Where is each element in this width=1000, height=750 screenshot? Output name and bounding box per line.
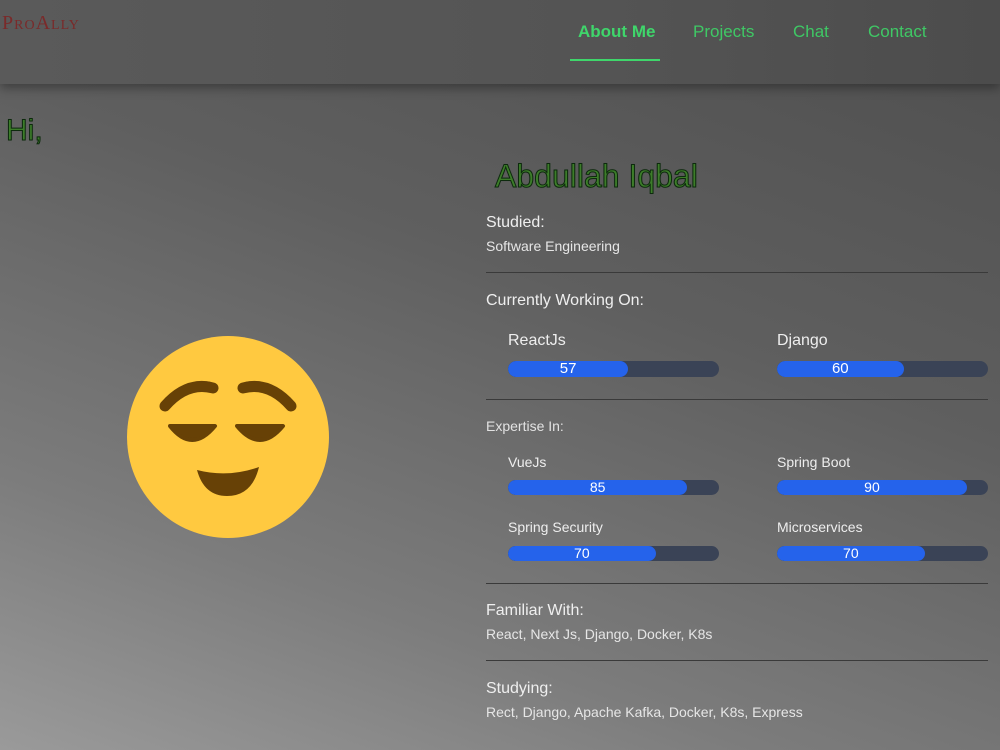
divider [486, 272, 988, 273]
divider [486, 399, 988, 400]
working-on-label: Currently Working On: [486, 292, 644, 309]
skill-progress-bar: 60 [777, 361, 988, 377]
navbar: ProAlly About Me Projects Chat Contact [0, 0, 1000, 84]
studying-label: Studying: [486, 680, 553, 697]
greeting: Hi, [6, 114, 44, 148]
skill-progress-bar: 85 [508, 480, 719, 495]
skill-name: ReactJs [508, 332, 566, 349]
skill-progress-bar: 70 [777, 546, 988, 561]
skill-progress-value: 70 [574, 546, 590, 561]
skill-name: Django [777, 332, 828, 349]
skill-name: Spring Boot [777, 454, 851, 470]
studied-value: Software Engineering [486, 238, 620, 254]
active-nav-indicator [570, 59, 660, 61]
skill-progress-bar: 90 [777, 480, 988, 495]
familiar-label: Familiar With: [486, 602, 584, 619]
nav-projects[interactable]: Projects [693, 22, 754, 42]
nav-contact[interactable]: Contact [868, 22, 927, 42]
profile-name: Abdullah Iqbal [495, 158, 699, 195]
skill-name: Microservices [777, 519, 863, 535]
studied-label: Studied: [486, 214, 545, 231]
skill-progress-bar: 70 [508, 546, 719, 561]
nav-about-me[interactable]: About Me [578, 22, 655, 42]
skill-progress-value: 85 [589, 480, 606, 495]
emoji-face [127, 336, 329, 538]
studying-value: Rect, Django, Apache Kafka, Docker, K8s,… [486, 704, 803, 720]
divider [486, 583, 988, 584]
skill-name: VueJs [508, 454, 547, 470]
skill-progress-value: 60 [831, 361, 849, 377]
skill-progress-value: 70 [843, 546, 859, 561]
familiar-value: React, Next Js, Django, Docker, K8s [486, 626, 713, 642]
skill-progress-value: 90 [864, 480, 880, 495]
skill-progress-value: 57 [559, 361, 577, 377]
expertise-label: Expertise In: [486, 418, 564, 434]
nav-chat[interactable]: Chat [793, 22, 829, 42]
relieved-face-emoji-icon [127, 336, 329, 538]
divider [486, 660, 988, 661]
skill-progress-bar: 57 [508, 361, 719, 377]
brand-logo[interactable]: ProAlly [2, 12, 80, 35]
skill-name: Spring Security [508, 519, 603, 535]
